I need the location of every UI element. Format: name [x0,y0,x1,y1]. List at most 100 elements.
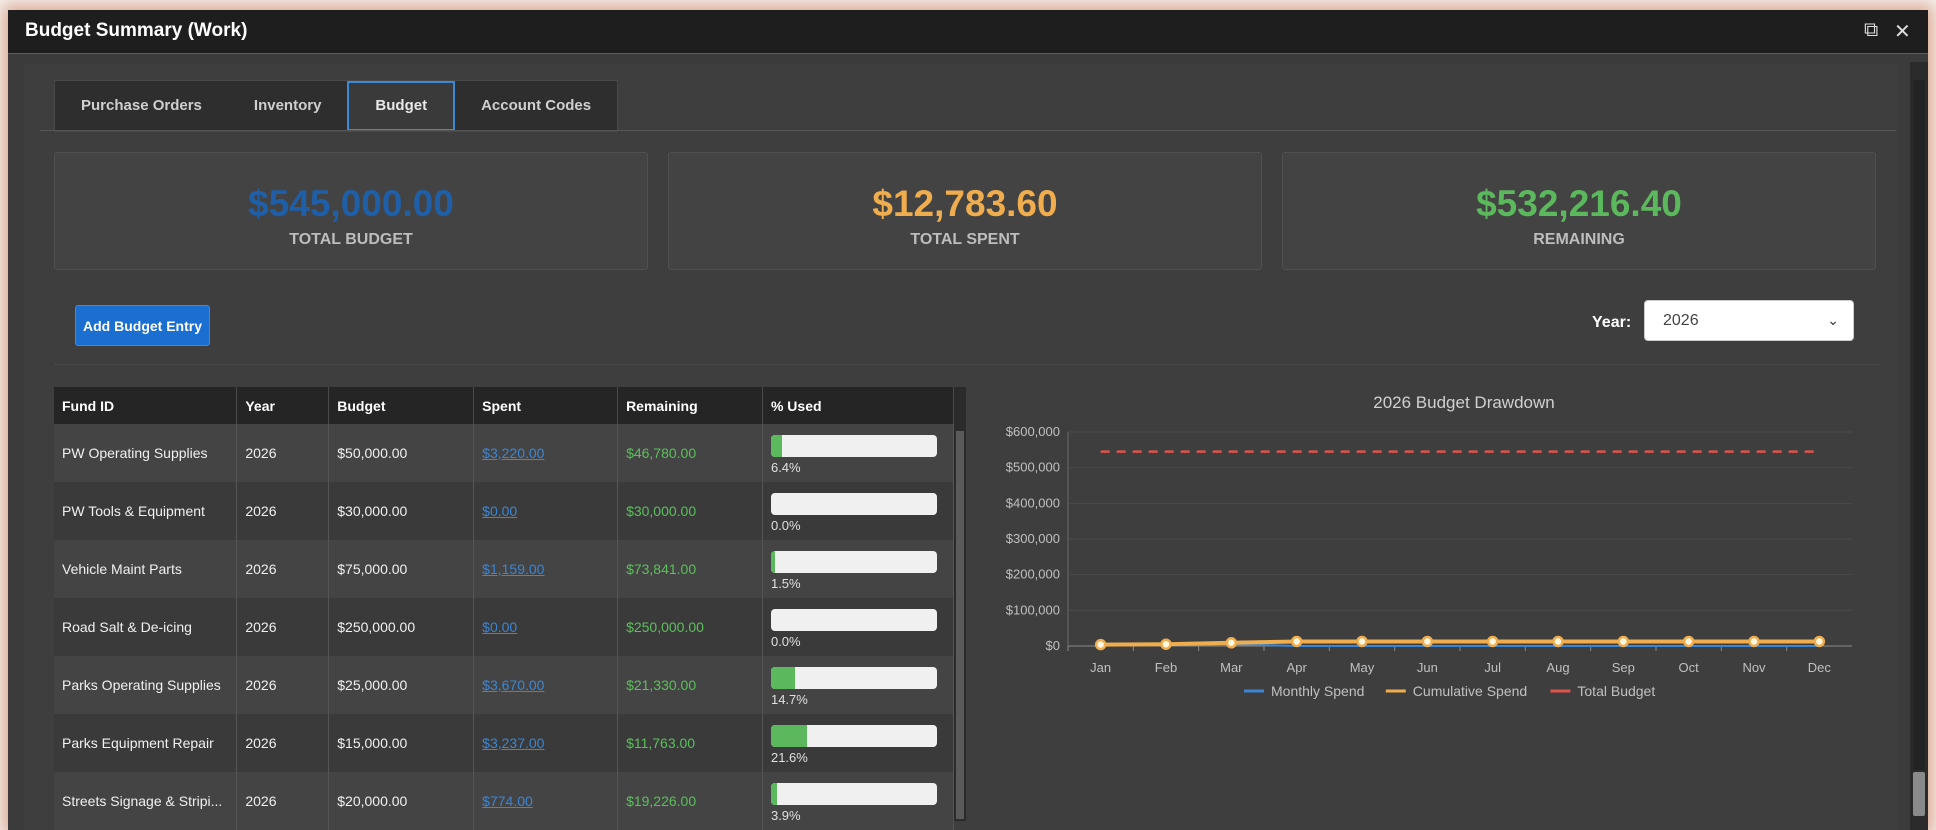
cell-pct-used: 1.5% [762,540,955,598]
cumulative-spend-point [1094,638,1107,651]
cell-spent-link[interactable]: $774.00 [473,772,619,830]
y-tick-label: $500,000 [1006,460,1060,475]
col-fund-id[interactable]: Fund ID [54,387,238,424]
add-budget-entry-button[interactable]: Add Budget Entry [75,305,210,346]
col-budget[interactable]: Budget [328,387,475,424]
y-tick-label: $400,000 [1006,495,1060,510]
table-row[interactable]: Parks Equipment Repair 2026 $15,000.00 $3,2… [54,714,955,772]
tab-purchase-orders[interactable]: Purchase Orders [55,81,228,131]
restore-icon[interactable]: ⧉ [1864,19,1878,42]
table-scrollbar[interactable] [954,387,966,821]
cell-budget: $20,000.00 [328,772,475,830]
budget-table: Fund ID Year Budget Spent Remaining % Us… [54,387,955,830]
scrollbar-thumb[interactable] [1913,772,1925,816]
pct-used-bar-fill [770,725,807,747]
cell-spent-link[interactable]: $0.00 [473,482,619,540]
pct-used-bar [770,609,937,631]
tab-account-codes[interactable]: Account Codes [455,81,617,131]
cell-remaining: $46,780.00 [617,424,763,482]
budget-drawdown-chart: 2026 Budget Drawdown $0 $100,000 $200,000 $3… [976,393,1876,818]
cell-spent-link[interactable]: $3,220.00 [473,424,619,482]
cell-remaining: $21,330.00 [617,656,763,714]
table-row[interactable]: PW Tools & Equipment 2026 $30,000.00 $0.00 $… [54,482,955,540]
x-tick-label: Mar [1220,660,1243,675]
pct-used-label: 0.0% [770,518,801,533]
x-tick-label: Jan [1090,660,1111,675]
pct-used-bar [770,551,937,573]
cell-fund-id: Streets Signage & Stripi... [54,772,238,830]
cumulative-spend-point [1813,635,1826,648]
x-tick-label: Apr [1287,660,1308,675]
table-row[interactable]: Vehicle Maint Parts 2026 $75,000.00 $1,159.… [54,540,955,598]
pct-used-bar-fill [770,783,778,805]
close-icon[interactable]: ✕ [1894,19,1911,44]
x-tick-label: Aug [1546,660,1569,675]
total-spent-value: $12,783.60 [872,183,1058,224]
pct-used-bar [770,783,937,805]
col-spent[interactable]: Spent [473,387,619,424]
cell-remaining: $30,000.00 [617,482,763,540]
tab-divider [40,130,1896,131]
window-scrollbar[interactable] [1910,62,1928,830]
tab-inventory[interactable]: Inventory [228,81,348,131]
cell-fund-id: PW Operating Supplies [54,424,238,482]
table-row[interactable]: Parks Operating Supplies 2026 $25,000.00 $3… [54,656,955,714]
x-tick-label: Jun [1417,660,1438,675]
cumulative-spend-point [1356,635,1368,648]
cumulative-spend-point [1290,635,1303,648]
tab-strip: Purchase Orders Inventory Budget Account… [54,80,619,132]
cumulative-spend-point [1552,635,1564,648]
cell-budget: $50,000.00 [328,424,475,482]
y-tick-label: $100,000 [1006,602,1060,617]
x-tick-label: Sep [1612,660,1635,675]
cell-spent-link[interactable]: $0.00 [473,598,619,656]
y-tick-label: $300,000 [1006,531,1060,546]
x-tick-label: Oct [1679,660,1700,675]
year-label: Year: [1592,314,1632,331]
col-year[interactable]: Year [236,387,330,424]
x-tick-label: Jul [1484,660,1501,675]
col-pct-used[interactable]: % Used [762,387,955,424]
cumulative-spend-point [1617,635,1630,648]
cell-spent-link[interactable]: $3,237.00 [473,714,619,772]
table-scrollbar-thumb[interactable] [956,431,964,819]
cell-pct-used: 21.6% [762,714,955,772]
remaining-card: $532,216.40 REMAINING [1282,152,1876,270]
budget-panel: Purchase Orders Inventory Budget Account… [24,64,1898,830]
cell-year: 2026 [236,482,330,540]
cell-remaining: $19,226.00 [617,772,763,830]
cumulative-spend-point [1682,635,1695,648]
pct-used-label: 21.6% [770,750,808,765]
x-tick-label: May [1350,660,1375,675]
cumulative-spend-point [1160,638,1172,650]
table-row[interactable]: Streets Signage & Stripi... 2026 $20,000.0… [54,772,955,830]
year-select-value: 2026 [1663,312,1699,329]
cell-spent-link[interactable]: $1,159.00 [473,540,619,598]
cumulative-spend-point [1748,635,1760,648]
cell-spent-link[interactable]: $3,670.00 [473,656,619,714]
table-row[interactable]: Road Salt & De-icing 2026 $250,000.00 $0.00… [54,598,955,656]
cell-fund-id: Parks Operating Supplies [54,656,238,714]
y-tick-label: $0 [1046,638,1060,653]
legend-label: Monthly Spend [1271,683,1364,699]
cumulative-spend-point [1486,635,1499,648]
series-cumulative-spend-line [1100,639,1820,647]
total-spent-card: $12,783.60 TOTAL SPENT [668,152,1262,270]
cell-fund-id: Parks Equipment Repair [54,714,238,772]
title-bar[interactable]: Budget Summary (Work) ⧉ ✕ [8,10,1928,54]
pct-used-label: 3.9% [770,808,801,823]
section-divider [54,364,1880,365]
pct-used-label: 6.4% [770,460,801,475]
tab-budget[interactable]: Budget [347,81,456,131]
x-tick-label: Feb [1155,660,1177,675]
table-row[interactable]: PW Operating Supplies 2026 $50,000.00 $3,22… [54,424,955,482]
cell-pct-used: 14.7% [762,656,955,714]
cell-budget: $25,000.00 [328,656,475,714]
col-remaining[interactable]: Remaining [617,387,763,424]
cell-year: 2026 [236,424,330,482]
chart-title: 2026 Budget Drawdown [1373,394,1554,412]
legend-label: Total Budget [1577,683,1655,699]
cell-budget: $75,000.00 [328,540,475,598]
x-tick-label: Dec [1808,660,1832,675]
year-select[interactable]: 2026 ⌄ [1644,300,1854,341]
